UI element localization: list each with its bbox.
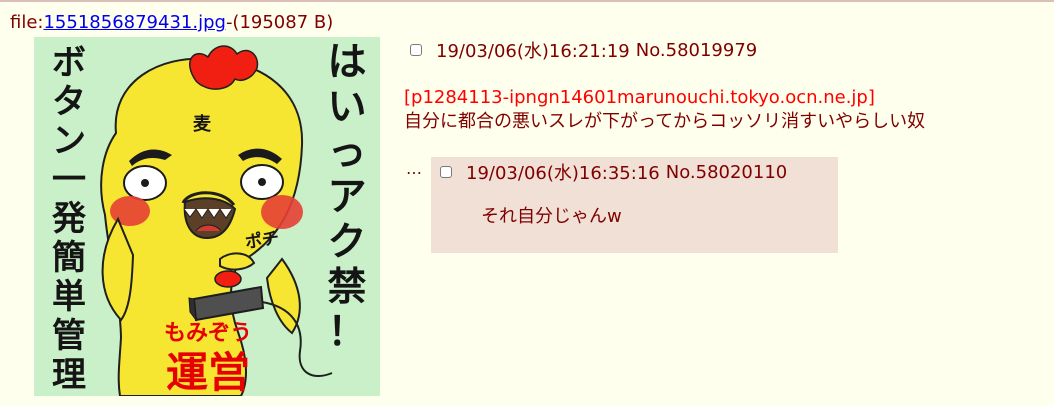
left-title-char: 一 bbox=[52, 160, 86, 200]
left-title-char: ボ bbox=[52, 43, 86, 83]
left-title-char: 発 bbox=[52, 199, 87, 239]
left-title-char: 簡 bbox=[52, 238, 86, 278]
left-title-char: 管 bbox=[52, 316, 86, 356]
reply-header: 19/03/06(水)16:35:16 No.58020110 bbox=[440, 160, 787, 184]
post-number[interactable]: No.58019979 bbox=[636, 40, 758, 61]
thumbnail-image[interactable]: 麦 ポチ は い っ ア ク 禁 ！ ボ タ ン 一 発 簡 単 管 理 もみぞ… bbox=[34, 37, 380, 396]
file-link[interactable]: 1551856879431.jpg bbox=[43, 12, 225, 33]
reply-checkbox[interactable] bbox=[440, 166, 452, 178]
top-divider bbox=[0, 0, 1054, 2]
left-title: ボ タ ン 一 発 簡 単 管 理 bbox=[52, 43, 87, 395]
left-title-char: 単 bbox=[52, 277, 86, 317]
reply-box: 19/03/06(水)16:35:16 No.58020110 それ自分じゃんw bbox=[431, 157, 838, 253]
left-title-char: タ bbox=[52, 82, 86, 122]
right-title-char: い bbox=[327, 85, 366, 130]
right-title-char: は bbox=[327, 40, 366, 85]
post-datetime: 19/03/06(水)16:21:19 bbox=[436, 41, 630, 62]
badge-large: 運営 bbox=[166, 348, 250, 396]
reply-datetime: 19/03/06(水)16:35:16 bbox=[466, 163, 660, 184]
reply-ellipsis: … bbox=[406, 159, 422, 178]
right-title-char: 禁 bbox=[327, 265, 366, 310]
right-title-char: ア bbox=[327, 175, 366, 220]
file-size: -(195087 B) bbox=[225, 12, 334, 33]
reply-number[interactable]: No.58020110 bbox=[666, 162, 788, 183]
right-title-char: っ bbox=[327, 130, 366, 175]
left-title-char: 理 bbox=[52, 355, 86, 395]
post-header: 19/03/06(水)16:21:19 No.58019979 bbox=[410, 38, 757, 62]
badge-small: もみぞう bbox=[164, 321, 252, 346]
left-title-char: ン bbox=[52, 121, 86, 161]
right-title-char: ！ bbox=[327, 310, 366, 355]
post-ip: [p1284113-ipngn14601marunouchi.tokyo.ocn… bbox=[404, 87, 875, 108]
file-label: file: bbox=[10, 12, 44, 33]
right-title-char: ク bbox=[327, 220, 366, 265]
right-title: は い っ ア ク 禁 ！ bbox=[327, 40, 366, 355]
reply-body: それ自分じゃんw bbox=[481, 206, 622, 227]
head-mark: 麦 bbox=[193, 113, 212, 135]
post-checkbox[interactable] bbox=[410, 44, 422, 56]
post-body: 自分に都合の悪いスレが下がってからコッソリ消すいやらしい奴 bbox=[404, 111, 926, 132]
file-info: file:1551856879431.jpg-(195087 B) bbox=[10, 11, 333, 35]
